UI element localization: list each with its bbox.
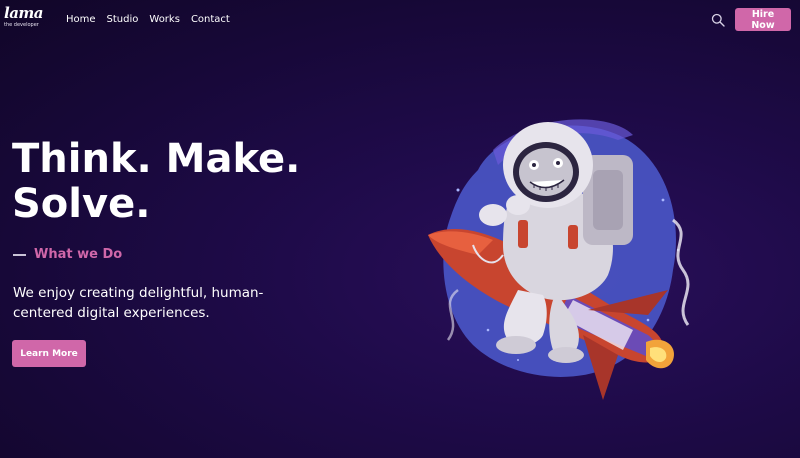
nav-item-studio[interactable]: Studio [107,14,139,25]
astronaut-illustration [418,110,708,415]
section-subheading: What we Do [13,247,122,262]
logo[interactable]: lama the developer [4,6,44,32]
learn-more-button[interactable]: Learn More [12,340,86,367]
logo-text: lama [4,4,44,22]
nav-item-works[interactable]: Works [149,14,180,25]
hero-title-line-1: Think. Make. [12,136,301,182]
nav-item-contact[interactable]: Contact [191,14,230,25]
hero-title-line-2: Solve. [12,181,151,227]
nav-links: Home Studio Works Contact [66,14,230,25]
hero-title: Think. Make. Solve. [12,137,300,227]
hero-description: We enjoy creating delightful, human-cent… [13,285,264,321]
search-icon[interactable] [711,12,725,27]
top-nav: lama the developer Home Studio Works Con… [0,0,800,40]
subheading-label: What we Do [34,247,123,262]
hire-now-button[interactable]: Hire Now [735,8,791,31]
logo-subtitle: the developer [4,22,39,28]
nav-item-home[interactable]: Home [66,14,96,25]
subheading-dash [13,253,26,256]
